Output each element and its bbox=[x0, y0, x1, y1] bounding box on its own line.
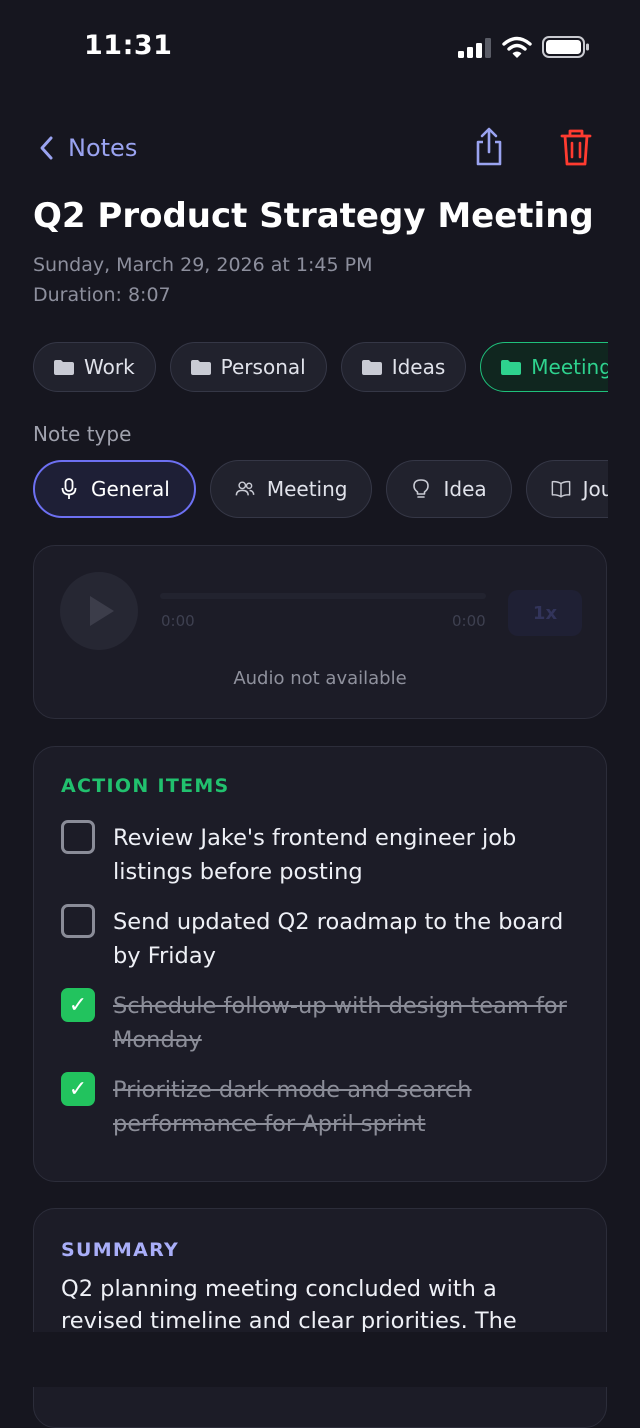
audio-total-time: 0:00 bbox=[452, 612, 486, 630]
note-type-label-text: Idea bbox=[443, 477, 487, 501]
folder-icon bbox=[501, 360, 522, 375]
playback-speed-button[interactable]: 1x bbox=[508, 590, 582, 636]
checkmark-icon: ✓ bbox=[68, 1076, 88, 1102]
action-item[interactable]: ✓ Schedule follow-up with design team fo… bbox=[61, 988, 581, 1057]
play-button[interactable] bbox=[60, 572, 138, 650]
audio-unavailable-message: Audio not available bbox=[233, 668, 407, 689]
summary-title: SUMMARY bbox=[61, 1239, 180, 1261]
back-button[interactable]: Notes bbox=[36, 128, 137, 168]
action-items-card: ACTION ITEMS Review Jake's frontend engi… bbox=[33, 746, 607, 1182]
folder-chip-personal[interactable]: Personal bbox=[169, 342, 327, 392]
note-type-general[interactable]: General bbox=[33, 460, 196, 518]
checkmark-icon: ✓ bbox=[68, 992, 88, 1018]
note-type-idea[interactable]: Idea bbox=[386, 460, 512, 518]
folder-chip-label: Personal bbox=[220, 355, 306, 379]
folder-chip-meetings[interactable]: Meetings bbox=[480, 342, 608, 392]
audio-current-time: 0:00 bbox=[161, 612, 195, 630]
note-type-journal[interactable]: Journal bbox=[525, 460, 608, 518]
cellular-signal-icon bbox=[458, 38, 491, 58]
action-item[interactable]: Send updated Q2 roadmap to the board by … bbox=[61, 904, 581, 973]
audio-progress-track[interactable] bbox=[160, 593, 486, 599]
summary-card: SUMMARY Q2 planning meeting concluded wi… bbox=[33, 1208, 607, 1428]
note-type-label: Note type bbox=[33, 422, 132, 446]
checkbox-unchecked[interactable] bbox=[61, 820, 95, 854]
book-icon bbox=[551, 480, 570, 498]
people-icon bbox=[235, 481, 255, 496]
folder-icon bbox=[190, 360, 211, 375]
play-icon bbox=[90, 596, 114, 626]
status-bar: 11:31 bbox=[0, 0, 640, 96]
bottom-fade bbox=[0, 1332, 640, 1387]
note-type-label-text: Journal bbox=[582, 477, 608, 501]
action-item-text: Send updated Q2 roadmap to the board by … bbox=[113, 909, 564, 969]
audio-player: 0:00 0:00 1x Audio not available bbox=[33, 545, 607, 719]
note-type-label-text: Meeting bbox=[266, 477, 348, 501]
mic-icon bbox=[61, 478, 77, 499]
chevron-left-icon bbox=[40, 136, 53, 160]
share-icon[interactable] bbox=[470, 126, 508, 168]
folder-chip-label: Meetings bbox=[531, 355, 608, 379]
action-items-title: ACTION ITEMS bbox=[61, 775, 230, 797]
trash-icon[interactable] bbox=[558, 126, 594, 168]
action-item-text: Prioritize dark mode and search performa… bbox=[113, 1077, 472, 1137]
note-type-chips: General Meeting Idea Journal bbox=[33, 460, 608, 522]
nav-bar: Notes bbox=[0, 120, 640, 176]
folder-chip-ideas[interactable]: Ideas bbox=[340, 342, 467, 392]
battery-icon bbox=[542, 36, 589, 58]
checkbox-checked[interactable]: ✓ bbox=[61, 1072, 95, 1106]
folder-chip-work[interactable]: Work bbox=[33, 342, 156, 392]
checkbox-unchecked[interactable] bbox=[61, 904, 95, 938]
note-type-meeting[interactable]: Meeting bbox=[209, 460, 373, 518]
back-label: Notes bbox=[68, 134, 138, 162]
folder-chip-label: Work bbox=[84, 355, 135, 379]
lightbulb-icon bbox=[413, 479, 430, 498]
status-time: 11:31 bbox=[84, 30, 173, 61]
action-item-text: Review Jake's frontend engineer job list… bbox=[113, 825, 517, 885]
note-title: Q2 Product Strategy Meeting bbox=[33, 196, 594, 236]
action-item-text: Schedule follow-up with design team for … bbox=[113, 993, 567, 1053]
note-duration: Duration: 8:07 bbox=[33, 284, 171, 306]
wifi-icon bbox=[502, 36, 532, 58]
folder-icon bbox=[54, 360, 74, 375]
action-item[interactable]: ✓ Prioritize dark mode and search perfor… bbox=[61, 1072, 581, 1141]
checkbox-checked[interactable]: ✓ bbox=[61, 988, 95, 1022]
note-type-label-text: General bbox=[91, 477, 170, 501]
folder-icon bbox=[361, 360, 382, 375]
note-date: Sunday, March 29, 2026 at 1:45 PM bbox=[33, 254, 373, 276]
action-item[interactable]: Review Jake's frontend engineer job list… bbox=[61, 820, 581, 889]
folder-chips: Work Personal Ideas Meetings bbox=[33, 342, 608, 396]
folder-chip-label: Ideas bbox=[391, 355, 446, 379]
